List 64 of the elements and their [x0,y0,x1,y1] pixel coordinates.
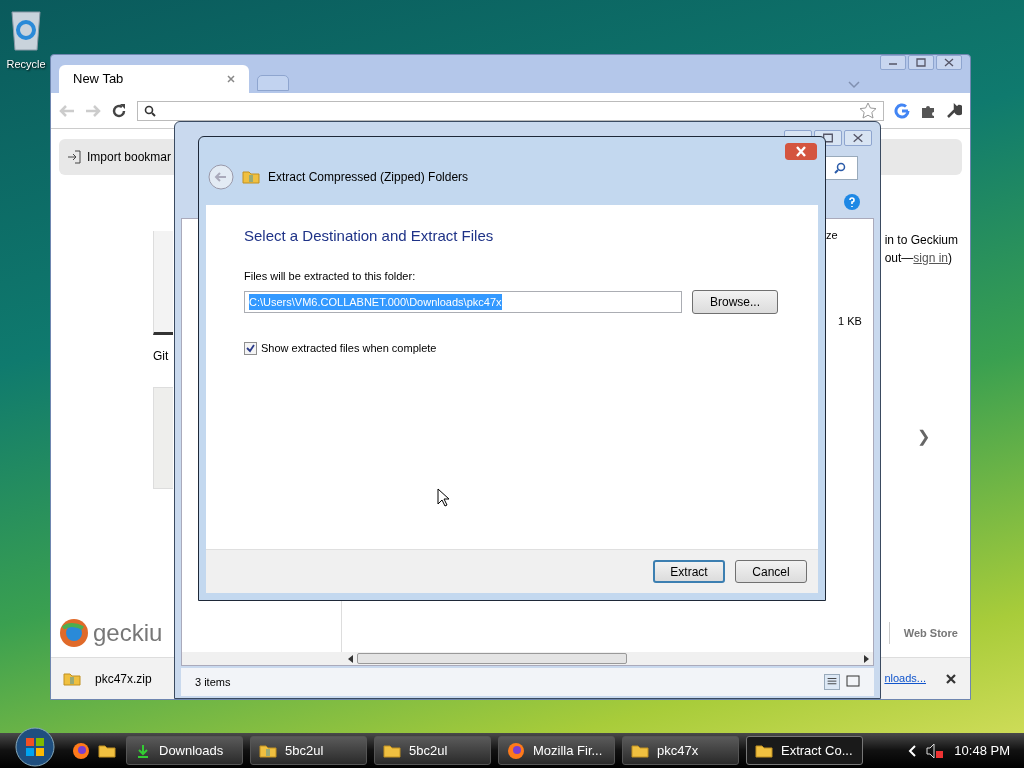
taskbar-button[interactable]: pkc47x [622,736,739,765]
folder-icon [631,743,649,758]
details-view-icon[interactable] [824,674,840,690]
sign-in-text: in to Geckium [884,232,958,249]
web-store-link[interactable]: Web Store [903,624,958,642]
taskbar-button[interactable]: 5bc2ul [374,736,491,765]
help-icon[interactable] [844,194,860,210]
tiles-view-icon[interactable] [846,674,860,688]
sign-in-text: out— [884,251,914,265]
scroll-right-icon[interactable] [864,654,869,663]
dialog-button[interactable]: Extract [653,560,725,583]
folder-icon [755,743,773,758]
muted-speaker-icon[interactable] [926,742,945,759]
dialog-title: Extract Compressed (Zipped) Folders [268,169,469,186]
zip-file-icon [63,671,81,686]
download-item[interactable]: pkc47x.zip [95,669,152,688]
dialog-button[interactable]: Cancel [735,560,807,583]
check-icon [246,343,255,353]
clock[interactable]: 10:48 PM [954,740,1010,761]
checkbox[interactable] [244,341,257,355]
firefox-icon[interactable] [507,741,525,760]
recycle-bin-icon[interactable] [9,8,43,52]
sign-in-text: ) [948,251,952,265]
desktop-icon-label[interactable]: Recycle [6,56,46,73]
mouse-cursor-icon [437,488,449,507]
scroll-left-icon[interactable] [348,654,353,663]
browse-button[interactable]: Browse... [692,290,778,314]
folder-icon [98,743,116,758]
reload-icon[interactable] [111,102,127,119]
next-arrow[interactable]: ❯ [917,425,930,449]
status-text: 3 items [195,674,231,690]
thumbnail-label[interactable]: Git [153,347,169,365]
thumbnail[interactable] [153,231,173,335]
star-icon[interactable] [859,101,877,120]
minimize-icon[interactable] [880,55,906,70]
chevron-left-icon[interactable] [908,744,917,757]
start-button-icon[interactable] [12,726,58,767]
show-all-downloads-link[interactable]: nloads... [884,670,926,687]
zip-folder-icon [259,743,277,758]
taskbar-button[interactable]: 5bc2ul [250,736,367,765]
search-icon [834,162,846,174]
zip-folder-icon [242,170,260,184]
dialog-heading: Select a Destination and Extract Files [244,226,495,246]
field-label: Files will be extracted to this folder: [244,268,417,284]
logo-text: geckiu [93,618,163,648]
scrollbar-thumb[interactable] [357,653,627,664]
browser-tab[interactable]: New Tab [59,65,249,93]
download-icon [135,742,151,759]
import-icon [67,150,81,164]
taskbar-button[interactable]: Mozilla Fir... [498,736,615,765]
search-icon [144,104,156,117]
folder-icon [383,743,401,758]
close-icon[interactable] [946,673,956,684]
taskbar-button[interactable]: Extract Co... [746,736,863,765]
google-icon[interactable] [894,102,910,119]
file-size: 1 KB [838,314,862,329]
checkbox-label[interactable]: Show extracted files when complete [261,340,437,357]
firefox-icon[interactable] [72,741,90,760]
close-icon[interactable] [844,130,872,146]
taskbar-button[interactable]: Downloads [126,736,243,765]
column-header[interactable]: ze [826,227,838,244]
import-bookmarks-button[interactable]: Import bookmar [67,148,172,166]
logo-icon [59,618,89,648]
sign-in-link[interactable]: sign in [913,251,948,265]
